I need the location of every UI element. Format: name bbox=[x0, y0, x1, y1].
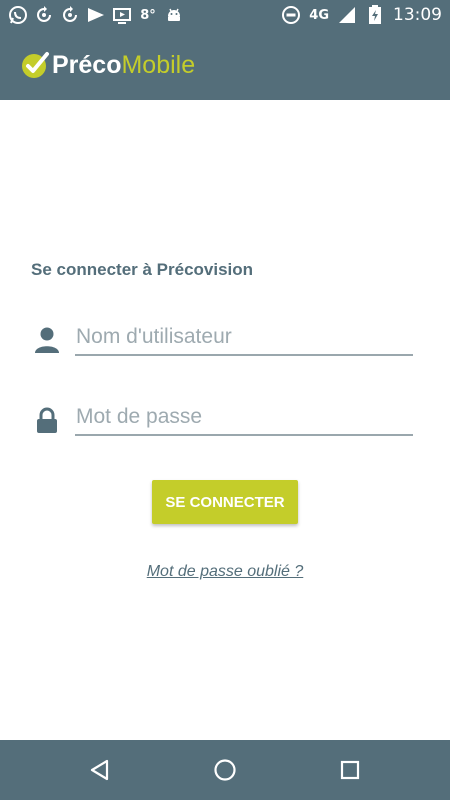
status-bar: 8° 4G 13:09 bbox=[0, 0, 450, 30]
password-input[interactable] bbox=[75, 400, 413, 436]
status-bar-notifications: 8° bbox=[8, 4, 184, 26]
logo-text-preco: Préco bbox=[52, 50, 122, 79]
lock-icon bbox=[37, 407, 57, 433]
password-field bbox=[33, 400, 413, 440]
battery-charging-icon bbox=[365, 5, 385, 25]
home-button[interactable] bbox=[210, 755, 240, 785]
signal-icon bbox=[337, 5, 357, 25]
sync-icon bbox=[60, 5, 80, 25]
sync-icon bbox=[34, 5, 54, 25]
username-input[interactable] bbox=[75, 320, 413, 356]
login-button[interactable]: SE CONNECTER bbox=[152, 480, 298, 524]
tv-icon bbox=[112, 5, 132, 25]
back-icon bbox=[90, 759, 109, 781]
forgot-password: Mot de passe oublié ? bbox=[0, 561, 450, 581]
do-not-disturb-icon bbox=[281, 5, 301, 25]
weather-icon: 8° bbox=[140, 7, 156, 23]
checkmark-logo-icon bbox=[22, 52, 49, 78]
clock: 13:09 bbox=[393, 5, 442, 25]
home-icon bbox=[214, 759, 236, 781]
app-bar: Préco Mobile bbox=[0, 30, 450, 100]
status-bar-system: 4G 13:09 bbox=[281, 4, 442, 26]
logo-text-mobile: Mobile bbox=[121, 50, 196, 79]
app-logo: Préco Mobile bbox=[20, 49, 195, 81]
recents-icon bbox=[340, 760, 360, 780]
android-icon bbox=[164, 5, 184, 25]
login-heading: Se connecter à Précovision bbox=[31, 260, 254, 279]
forgot-password-link[interactable]: Mot de passe oublié ? bbox=[147, 563, 304, 580]
user-icon bbox=[35, 327, 59, 353]
cast-icon bbox=[86, 5, 106, 25]
recents-button[interactable] bbox=[335, 755, 365, 785]
back-button[interactable] bbox=[85, 755, 115, 785]
username-field bbox=[33, 320, 413, 360]
whatsapp-icon bbox=[8, 5, 28, 25]
network-type: 4G bbox=[309, 7, 329, 23]
navigation-bar bbox=[0, 740, 450, 800]
